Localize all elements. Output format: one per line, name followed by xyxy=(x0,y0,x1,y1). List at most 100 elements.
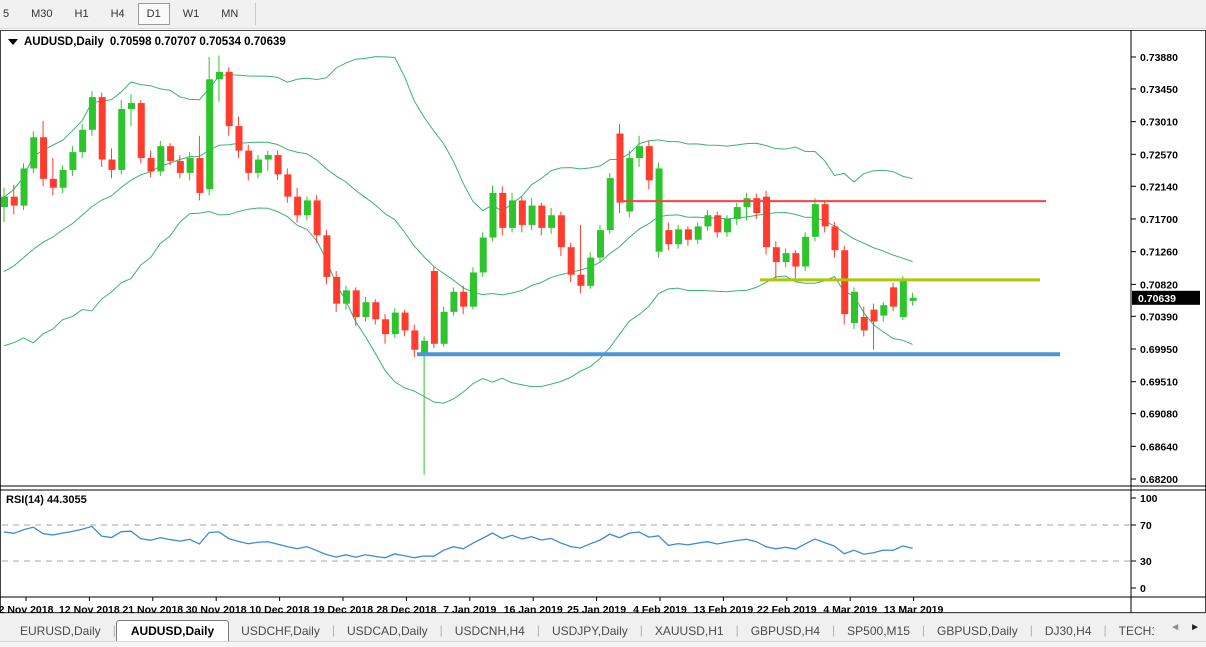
candle xyxy=(40,137,47,179)
tab-sp500-m15[interactable]: SP500,M15 xyxy=(835,621,922,641)
chart-window[interactable]: 0.73880 0.73450 0.73010 0.72570 0.72140 0.717… xyxy=(0,30,1206,613)
tab-gbpusd-daily[interactable]: GBPUSD,Daily xyxy=(925,621,1030,641)
time-axis-label[interactable]: 10 Dec 2018 xyxy=(250,604,310,613)
candle xyxy=(353,290,360,317)
time-axis-label[interactable]: 4 Feb 2019 xyxy=(633,604,687,613)
candle xyxy=(69,152,76,170)
candle xyxy=(499,193,506,228)
candle xyxy=(128,103,135,109)
price-axis-label[interactable]: 0.69950 xyxy=(1140,344,1178,356)
candle xyxy=(577,275,584,286)
candle xyxy=(108,160,115,170)
price-axis-label[interactable]: 0.72140 xyxy=(1140,181,1178,193)
timeframe-h1-button[interactable]: H1 xyxy=(66,3,98,25)
tab-dj30-h4[interactable]: DJ30,H4 xyxy=(1033,621,1104,641)
tab-usdcnh-h4[interactable]: USDCNH,H4 xyxy=(443,621,537,641)
timeframe-w1-button[interactable]: W1 xyxy=(174,3,209,25)
price-axis-label[interactable]: 0.69510 xyxy=(1140,377,1178,389)
timeframe-h4-button[interactable]: H4 xyxy=(102,3,134,25)
tab-audusd-daily[interactable]: AUDUSD,Daily xyxy=(116,620,229,641)
candle xyxy=(411,330,418,349)
price-axis-label[interactable]: 0.71700 xyxy=(1140,214,1178,226)
time-axis-label[interactable]: 13 Mar 2019 xyxy=(884,604,944,613)
candle xyxy=(773,247,780,262)
tab-usdjpy-daily[interactable]: USDJPY,Daily xyxy=(540,621,640,641)
time-axis-label[interactable]: 25 Jan 2019 xyxy=(567,604,626,613)
rsi-axis-label[interactable]: 70 xyxy=(1140,520,1152,532)
candle xyxy=(597,230,604,257)
current-price-value: 0.70639 xyxy=(1138,293,1176,305)
time-axis-label[interactable]: 19 Dec 2018 xyxy=(313,604,373,613)
chart-ohlc-values: 0.70598 0.70707 0.70534 0.70639 xyxy=(110,36,286,48)
candle xyxy=(558,215,565,247)
candle xyxy=(587,258,594,286)
candle xyxy=(714,215,721,232)
chart-svg[interactable]: 0.73880 0.73450 0.73010 0.72570 0.72140 0.717… xyxy=(0,30,1206,613)
symbol-dropdown-icon[interactable] xyxy=(8,39,18,45)
rsi-axis-label[interactable]: 100 xyxy=(1140,493,1158,505)
candle xyxy=(79,130,86,152)
time-axis-label[interactable]: 13 Feb 2019 xyxy=(694,604,754,613)
tab-xauusd-h1[interactable]: XAUUSD,H1 xyxy=(643,621,736,641)
price-axis-label[interactable]: 0.70820 xyxy=(1140,279,1178,291)
price-axis-label[interactable]: 0.72570 xyxy=(1140,149,1178,161)
candle xyxy=(460,292,467,307)
candle xyxy=(314,200,321,235)
price-axis-label[interactable]: 0.73010 xyxy=(1140,117,1178,129)
candle xyxy=(675,229,682,244)
candle xyxy=(265,155,272,159)
price-axis-label[interactable]: 0.70390 xyxy=(1140,311,1178,323)
price-axis-label[interactable]: 0.69080 xyxy=(1140,409,1178,421)
timeframe-mn-button[interactable]: MN xyxy=(212,3,247,25)
candle xyxy=(910,298,917,301)
time-axis-label[interactable]: 28 Dec 2018 xyxy=(376,604,436,613)
candle xyxy=(724,219,731,232)
time-axis-label[interactable]: 4 Mar 2019 xyxy=(823,604,877,613)
tab-scroll-right-icon[interactable]: ► xyxy=(1190,622,1200,633)
timeframe-m5-button[interactable]: 5 xyxy=(0,3,18,25)
time-axis-label[interactable]: 21 Nov 2018 xyxy=(122,604,183,613)
tab-eurusd-daily[interactable]: EURUSD,Daily xyxy=(8,621,113,641)
time-axis-label[interactable]: 12 Nov 2018 xyxy=(59,604,120,613)
time-axis-label[interactable]: 22 Feb 2019 xyxy=(757,604,817,613)
candle xyxy=(235,126,242,151)
tab-tech100-h1[interactable]: TECH100,H1 xyxy=(1107,621,1154,641)
tab-usdcad-daily[interactable]: USDCAD,Daily xyxy=(335,621,440,641)
price-axis-label[interactable]: 0.68640 xyxy=(1140,441,1178,453)
candle xyxy=(871,310,878,322)
chart-title[interactable]: AUDUSD,Daily 0.70598 0.70707 0.70534 0.7… xyxy=(8,36,286,48)
candle xyxy=(490,193,497,238)
tab-usdchf-daily[interactable]: USDCHF,Daily xyxy=(229,621,332,641)
rsi-axis-label[interactable]: 30 xyxy=(1140,556,1152,568)
tab-scroll-left-icon[interactable]: ◄ xyxy=(1170,622,1180,633)
candle xyxy=(226,72,233,126)
candle xyxy=(392,313,399,335)
time-axis-label[interactable]: 7 Jan 2019 xyxy=(443,604,496,613)
rsi-axis-label[interactable]: 0 xyxy=(1140,583,1146,595)
timeframe-d1-button[interactable]: D1 xyxy=(138,3,170,25)
tab-gbpusd-h4[interactable]: GBPUSD,H4 xyxy=(739,621,832,641)
price-axis-label[interactable]: 0.68200 xyxy=(1140,474,1178,486)
candle xyxy=(685,229,692,239)
time-axis-label[interactable]: 30 Nov 2018 xyxy=(186,604,247,613)
candle xyxy=(157,146,164,171)
bollinger-lower-band xyxy=(4,208,913,403)
candle xyxy=(30,137,37,168)
candle xyxy=(89,97,96,130)
candle xyxy=(245,151,252,173)
candle xyxy=(304,200,311,215)
timeframe-m30-button[interactable]: M30 xyxy=(22,3,61,25)
time-axis-label[interactable]: 16 Jan 2019 xyxy=(504,604,563,613)
price-axis-label[interactable]: 0.73450 xyxy=(1140,84,1178,96)
candle xyxy=(812,204,819,237)
candle xyxy=(470,272,477,306)
candle xyxy=(167,146,174,161)
candle xyxy=(851,292,858,323)
price-axis-label[interactable]: 0.73880 xyxy=(1140,52,1178,64)
candle xyxy=(656,168,663,251)
candle xyxy=(441,312,448,344)
price-axis-label[interactable]: 0.71260 xyxy=(1140,247,1178,259)
candle xyxy=(275,155,282,174)
time-axis-label[interactable]: 2 Nov 2018 xyxy=(0,604,54,613)
candle xyxy=(529,206,536,225)
